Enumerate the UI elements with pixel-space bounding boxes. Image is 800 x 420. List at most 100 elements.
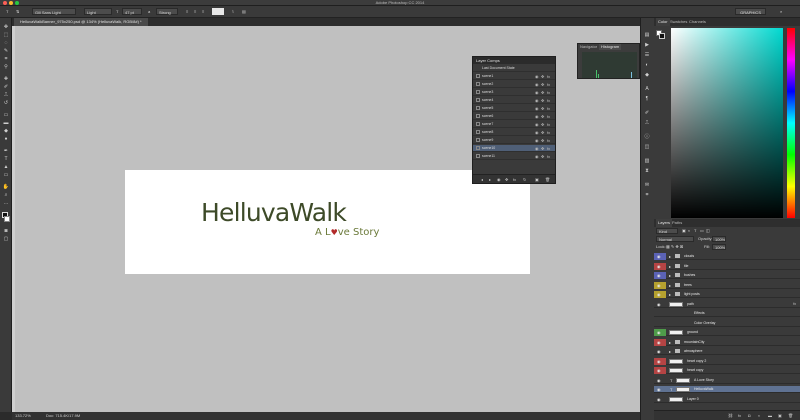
styles-panel-icon[interactable]: ◆ [643, 72, 651, 78]
comp-appearance-icon[interactable]: fx [547, 81, 550, 88]
layer-row[interactable]: ◉ ▸ light posts [654, 291, 800, 298]
type-tool-icon[interactable]: T [2, 156, 10, 162]
comp-apply-checkbox[interactable] [476, 74, 480, 78]
tagline[interactable]: A L♥ve Story [315, 227, 379, 238]
comp-apply-checkbox[interactable] [476, 130, 480, 134]
blur-tool-icon[interactable]: ◆ [2, 128, 10, 134]
comp-appearance-icon[interactable]: fx [547, 137, 550, 144]
filter-shape-icon[interactable]: ▭ [700, 228, 704, 234]
layer-row[interactable]: ◉ ▸ tile [654, 262, 800, 270]
last-document-state-row[interactable]: Last Document State [473, 65, 555, 72]
layer-row[interactable]: ◉ path fx [654, 301, 800, 308]
filter-adjustment-icon[interactable]: ◐ [688, 228, 690, 234]
comp-visibility-icon[interactable]: ◉ [535, 113, 539, 120]
text-orientation-icon[interactable]: ⇅ [14, 8, 21, 15]
search-icon[interactable]: ⌕ [778, 8, 784, 15]
layer-row[interactable]: ◉ T HelluvaWalk [654, 386, 800, 393]
layer-comp-row[interactable]: scene10 ◉ ✥ fx [473, 145, 555, 152]
comp-visibility-icon[interactable]: ◉ [535, 129, 539, 136]
notes-panel-icon[interactable]: ✉ [643, 182, 651, 188]
comp-apply-checkbox[interactable] [476, 98, 480, 102]
artboard[interactable]: HelluvaWalk A L♥ve Story [125, 170, 530, 274]
hand-tool-icon[interactable]: ✋ [2, 184, 10, 190]
comp-visibility-icon[interactable]: ◉ [535, 89, 539, 96]
comp-position-icon[interactable]: ✥ [541, 105, 544, 112]
tab-histogram[interactable]: Histogram [599, 44, 622, 50]
comp-appearance-icon[interactable]: fx [547, 97, 550, 104]
eye-icon[interactable]: ◉ [657, 348, 661, 355]
tab-paths[interactable]: Paths [670, 219, 684, 227]
eyedropper-tool-icon[interactable]: ⚲ [2, 64, 10, 70]
layer-comp-row[interactable]: scene1 ◉ ✥ fx [473, 73, 555, 80]
comp-position-icon[interactable]: ✥ [541, 145, 544, 152]
comp-position-icon[interactable]: ✥ [541, 137, 544, 144]
eye-icon[interactable]: ◉ [657, 329, 661, 336]
layer-comp-row[interactable]: scene6 ◉ ✥ fx [473, 113, 555, 120]
comp-position-icon[interactable]: ✥ [541, 153, 544, 160]
layer-row[interactable]: ◉ heart copy 2 [654, 357, 800, 365]
brand-title[interactable]: HelluvaWalk [201, 198, 401, 227]
link-layers-icon[interactable]: ⛓ [728, 413, 733, 418]
zoom-tool-icon[interactable]: ⌕ [2, 192, 10, 198]
measurement-panel-icon[interactable]: ⌗ [643, 192, 651, 198]
quick-select-tool-icon[interactable]: ✎ [2, 48, 10, 54]
layer-row[interactable]: ◉ Layer 0 [654, 396, 800, 403]
dodge-tool-icon[interactable]: ● [2, 136, 10, 142]
filter-pixel-icon[interactable]: ▣ [682, 228, 686, 234]
eye-icon[interactable]: ◉ [657, 377, 661, 384]
comp-visibility-icon[interactable]: ◉ [535, 137, 539, 144]
comp-appearance-icon[interactable]: fx [547, 145, 550, 152]
type-tool-icon[interactable]: T [4, 8, 10, 15]
comp-update-icon[interactable]: ↻ [523, 177, 526, 182]
comp-appearance-icon[interactable]: fx [547, 89, 550, 96]
document-tab[interactable]: HelluvaWalkBanner_975x250.psd @ 134% (He… [14, 18, 148, 26]
brush-panel-icon[interactable]: ✐ [643, 110, 651, 116]
comp-appearance-icon[interactable]: fx [513, 177, 516, 182]
comp-delete-icon[interactable]: 🗑 [545, 177, 550, 182]
layer-row[interactable]: ◉ T A Love Story [654, 377, 800, 384]
comp-visibility-icon[interactable]: ◉ [535, 97, 539, 104]
layer-row[interactable]: ◉ heart copy [654, 367, 800, 374]
blend-mode-select[interactable]: Normal [656, 236, 694, 242]
layer-comps-panel-icon[interactable]: ▥ [643, 158, 651, 164]
comp-position-icon[interactable]: ✥ [505, 177, 508, 182]
comp-apply-checkbox[interactable] [476, 138, 480, 142]
disclosure-triangle-icon[interactable]: ▸ [669, 282, 671, 289]
comp-prev-icon[interactable]: ◂ [481, 177, 483, 182]
layer-filter-select[interactable]: Kind [656, 228, 678, 234]
text-color-swatch[interactable] [212, 8, 224, 15]
comp-appearance-icon[interactable]: fx [547, 73, 550, 80]
tab-channels[interactable]: Channels [687, 18, 708, 26]
eye-icon[interactable]: ◉ [657, 386, 661, 393]
layer-comp-row[interactable]: scene7 ◉ ✥ fx [473, 121, 555, 128]
background-color-swatch[interactable] [4, 216, 10, 222]
filter-type-icon[interactable]: T [694, 228, 696, 234]
color-panel-background-swatch[interactable] [659, 33, 665, 39]
layer-row[interactable]: ◉ ▸ clouds [654, 253, 800, 260]
comp-visibility-icon[interactable]: ◉ [535, 145, 539, 152]
libraries-panel-icon[interactable]: ◫ [643, 144, 651, 150]
add-mask-icon[interactable]: ◘ [748, 413, 750, 418]
comp-appearance-icon[interactable]: fx [547, 121, 550, 128]
new-group-icon[interactable]: ▬ [768, 413, 772, 418]
timeline-panel-icon[interactable]: ⧗ [643, 168, 651, 174]
layer-row[interactable]: Effects [654, 310, 800, 317]
disclosure-triangle-icon[interactable]: ▸ [669, 253, 671, 260]
lock-icons[interactable]: ▦ ✎ ✥ ⊠ [666, 244, 683, 250]
layer-comp-row[interactable]: scene8 ◉ ✥ fx [473, 129, 555, 136]
comp-visibility-icon[interactable]: ◉ [535, 153, 539, 160]
paragraph-panel-icon[interactable]: ¶ [643, 96, 651, 102]
new-layer-icon[interactable]: ▣ [778, 413, 782, 418]
marquee-tool-icon[interactable]: ⬚ [2, 32, 10, 38]
more-tools-icon[interactable]: … [2, 200, 10, 206]
anti-alias-select[interactable]: Strong [156, 8, 178, 15]
layer-comp-row[interactable]: scene3 ◉ ✥ fx [473, 89, 555, 96]
brush-tool-icon[interactable]: ✐ [2, 84, 10, 90]
disclosure-triangle-icon[interactable]: ▸ [669, 339, 671, 346]
layer-comp-row[interactable]: scene9 ◉ ✥ fx [473, 137, 555, 144]
disclosure-triangle-icon[interactable]: ▸ [669, 263, 671, 270]
eye-icon[interactable]: ◉ [657, 301, 661, 308]
document-size[interactable]: Doc: 715.4K/17.9M [46, 412, 80, 420]
comp-new-icon[interactable]: ▣ [535, 177, 539, 182]
path-select-tool-icon[interactable]: ▲ [2, 164, 10, 170]
